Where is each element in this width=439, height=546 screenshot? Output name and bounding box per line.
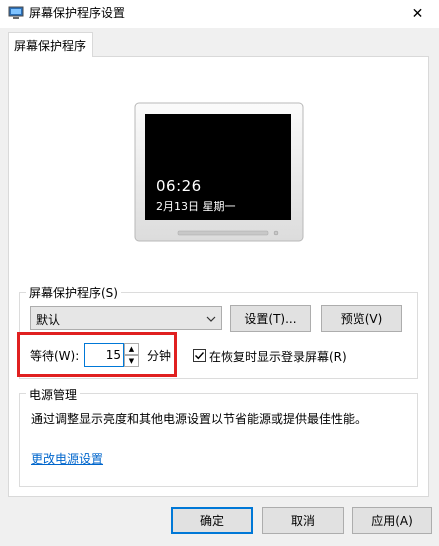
screensaver-app-icon	[8, 6, 24, 20]
arrow-down-icon: ▼	[128, 356, 135, 365]
close-button[interactable]: ✕	[396, 0, 439, 28]
tab-screensaver-label: 屏幕保护程序	[14, 39, 87, 53]
power-management-label: 电源管理	[26, 386, 81, 403]
screensaver-group-label: 屏幕保护程序(S)	[26, 284, 121, 301]
preview-clock: 06:26	[156, 177, 202, 195]
wait-minutes-input[interactable]	[84, 343, 124, 367]
monitor-preview	[134, 100, 304, 245]
window-title: 屏幕保护程序设置	[29, 6, 126, 20]
ok-button[interactable]: 确定	[171, 507, 253, 534]
screensaver-select-value: 默认	[36, 313, 61, 327]
close-icon: ✕	[411, 6, 424, 22]
spin-down-button[interactable]: ▼	[124, 355, 139, 367]
checkmark-icon	[195, 352, 205, 360]
change-power-settings-link[interactable]: 更改电源设置	[31, 450, 103, 467]
power-management-group	[19, 393, 418, 487]
cancel-button[interactable]: 取消	[262, 507, 344, 534]
resume-login-checkbox[interactable]	[193, 349, 206, 362]
chevron-down-icon	[206, 313, 216, 323]
arrow-up-icon: ▲	[128, 344, 135, 353]
settings-button[interactable]: 设置(T)...	[230, 305, 311, 332]
wait-label: 等待(W):	[30, 349, 80, 363]
resume-login-label[interactable]: 在恢复时显示登录屏幕(R)	[209, 348, 347, 365]
preview-button[interactable]: 预览(V)	[321, 305, 402, 332]
apply-button[interactable]: 应用(A)	[352, 507, 432, 534]
minutes-label: 分钟	[147, 349, 172, 363]
preview-date: 2月13日 星期一	[156, 200, 236, 213]
spin-up-button[interactable]: ▲	[124, 343, 139, 355]
power-description: 通过调整显示亮度和其他电源设置以节省能源或提供最佳性能。	[31, 412, 368, 426]
